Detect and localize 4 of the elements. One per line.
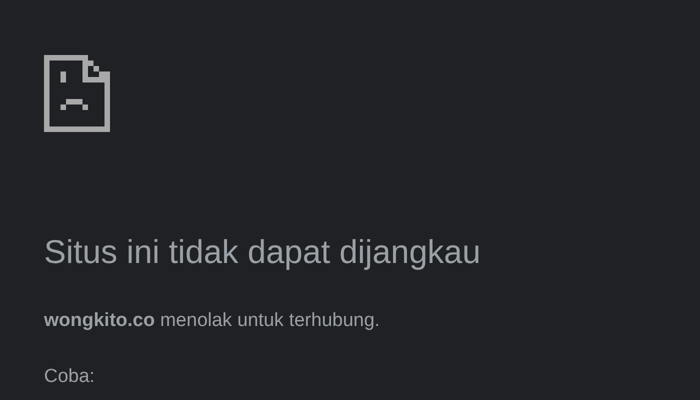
error-message: wongkito.co menolak untuk terhubung. bbox=[44, 308, 381, 333]
error-heading: Situs ini tidak dapat dijangkau bbox=[44, 232, 482, 272]
sad-page-icon bbox=[44, 55, 110, 132]
suggestions-label: Coba: bbox=[44, 365, 96, 390]
